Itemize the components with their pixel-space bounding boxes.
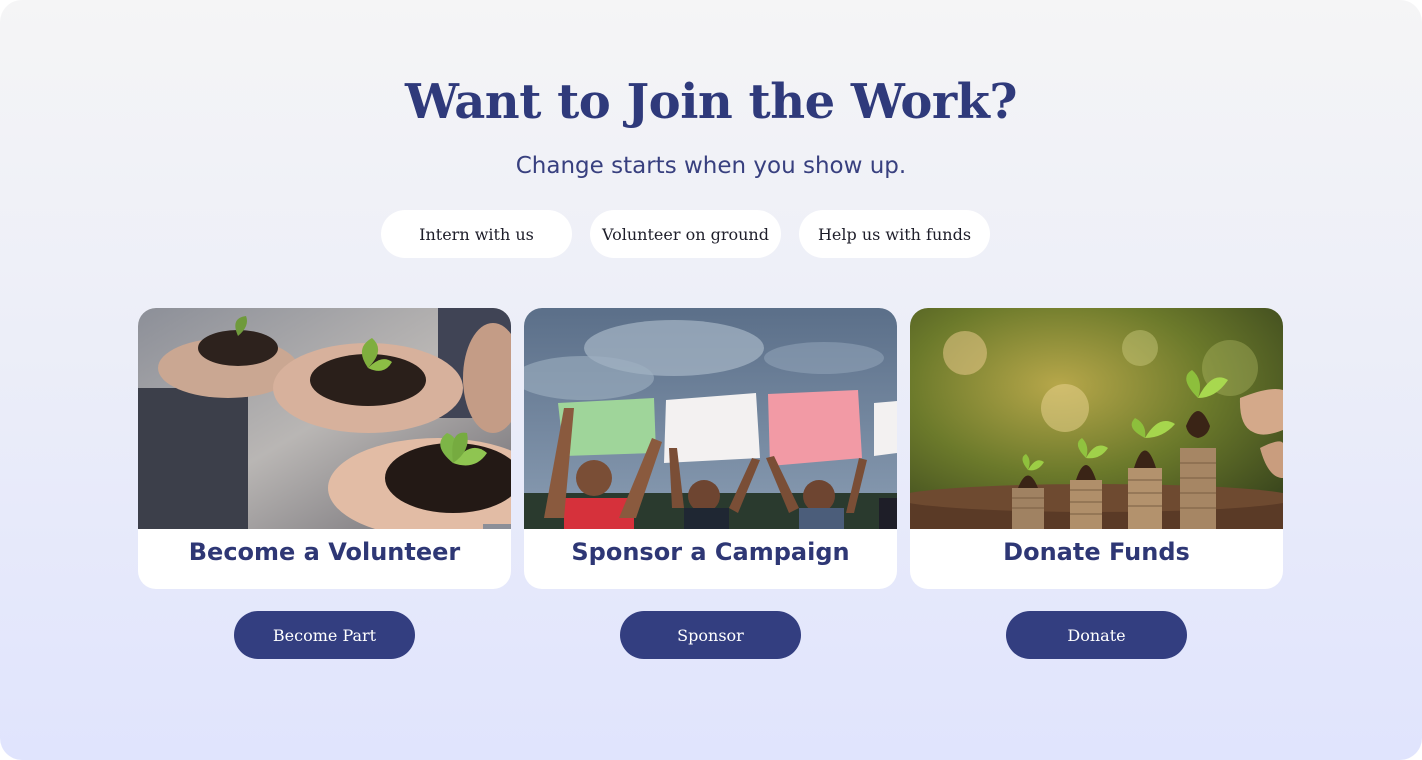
card-volunteer: Become a Volunteer: [138, 308, 511, 589]
card-sponsor: Sponsor a Campaign: [524, 308, 897, 589]
people-holding-blank-signs-photo: [524, 308, 897, 529]
page-title: Want to Join the Work?: [404, 74, 1018, 130]
card-donate: Donate Funds: [910, 308, 1283, 589]
plants-growing-on-coin-stacks-photo: [910, 308, 1283, 529]
card-title: Become a Volunteer: [188, 538, 461, 566]
page-subtitle: Change starts when you show up.: [515, 153, 907, 179]
volunteer-pill-button[interactable]: Volunteer on ground: [590, 210, 781, 258]
card-title: Donate Funds: [1003, 538, 1190, 566]
become-part-button[interactable]: Become Part: [234, 611, 415, 659]
card-title: Sponsor a Campaign: [571, 538, 850, 566]
donate-button[interactable]: Donate: [1006, 611, 1187, 659]
intern-pill-button[interactable]: Intern with us: [381, 210, 572, 258]
join-section: Want to Join the Work? Change starts whe…: [0, 0, 1422, 760]
sponsor-button[interactable]: Sponsor: [620, 611, 801, 659]
hands-holding-seedlings-photo: [138, 308, 511, 529]
funds-pill-button[interactable]: Help us with funds: [799, 210, 990, 258]
